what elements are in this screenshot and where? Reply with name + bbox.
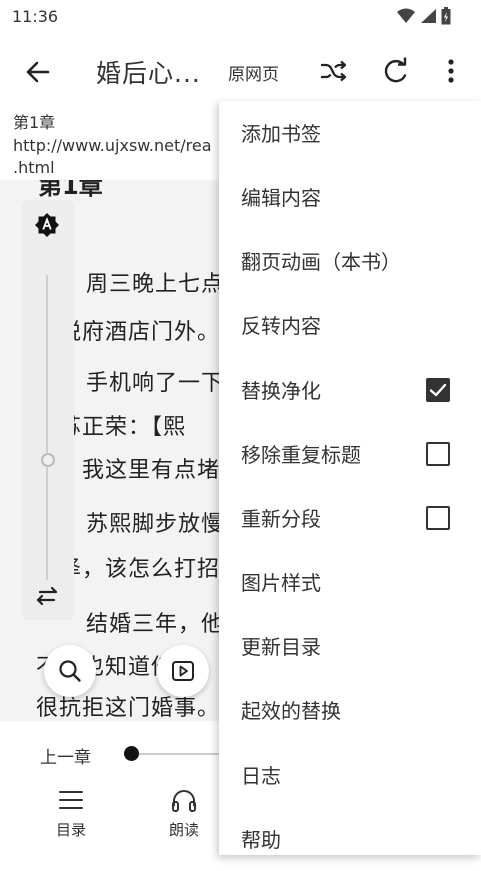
menu-item-image-style[interactable]: 图片样式: [219, 550, 481, 614]
menu-item-label: 替换净化: [241, 379, 321, 403]
menu-item-help[interactable]: 帮助: [219, 807, 481, 871]
menu-item-label: 日志: [241, 764, 281, 788]
menu-item-update-toc[interactable]: 更新目录: [219, 614, 481, 678]
menu-item-label: 帮助: [241, 828, 281, 852]
auto-brightness-icon[interactable]: [34, 212, 60, 238]
menu-item-label: 起效的替换: [241, 699, 341, 723]
chapter-progress-thumb[interactable]: [124, 746, 139, 761]
more-vert-icon[interactable]: [436, 56, 466, 86]
check-icon: [429, 383, 447, 397]
search-icon: [59, 660, 81, 682]
battery-icon: [441, 7, 451, 25]
play-box-icon: [172, 661, 194, 681]
app-bar: 婚后心... 原网页: [0, 36, 481, 106]
chapter-url: http://www.ujxsw.net/rea: [13, 136, 212, 155]
menu-item-label: 编辑内容: [241, 186, 321, 210]
menu-item-replace-purify[interactable]: 替换净化: [219, 358, 481, 422]
signal-icon: [421, 9, 436, 23]
auto-page-button[interactable]: [157, 645, 209, 697]
menu-item-page-animation[interactable]: 翻页动画（本书）: [219, 229, 481, 293]
menu-item-add-bookmark[interactable]: 添加书签: [219, 101, 481, 165]
text-line: 手机响了一下: [86, 371, 225, 396]
shuffle-icon[interactable]: [318, 56, 348, 86]
nav-catalog[interactable]: 目录: [41, 787, 101, 840]
chapter-progress-track[interactable]: [130, 753, 220, 755]
re-segment-checkbox[interactable]: [426, 506, 450, 530]
replace-purify-checkbox[interactable]: [426, 378, 450, 402]
overflow-menu: 添加书签 编辑内容 翻页动画（本书） 反转内容 替换净化 移除重复标题 重新分段…: [219, 101, 481, 855]
menu-item-edit-content[interactable]: 编辑内容: [219, 165, 481, 229]
status-time: 11:36: [12, 7, 59, 26]
text-line: 结婚三年，他: [86, 612, 225, 637]
brightness-thumb[interactable]: [41, 453, 55, 467]
text-line: 周三晚上七点: [86, 272, 225, 297]
menu-item-log[interactable]: 日志: [219, 743, 481, 807]
search-button[interactable]: [44, 645, 96, 697]
menu-item-label: 图片样式: [241, 571, 321, 595]
menu-item-re-segment[interactable]: 重新分段: [219, 486, 481, 550]
menu-item-remove-duplicate-title[interactable]: 移除重复标题: [219, 422, 481, 486]
original-page-button[interactable]: 原网页: [228, 60, 279, 85]
brightness-panel: [22, 200, 74, 620]
headphones-icon: [172, 790, 196, 812]
nav-catalog-label: 目录: [55, 821, 86, 839]
status-icons: [397, 7, 451, 25]
menu-item-reverse-content[interactable]: 反转内容: [219, 293, 481, 357]
book-title[interactable]: 婚后心...: [96, 54, 201, 90]
menu-item-label: 重新分段: [241, 507, 321, 531]
remove-duplicate-title-checkbox[interactable]: [426, 442, 450, 466]
prev-chapter-button[interactable]: 上一章: [40, 743, 91, 768]
menu-item-label: 反转内容: [241, 314, 321, 338]
status-bar: 11:36: [0, 0, 481, 36]
text-line: 苏熙脚步放慢: [86, 512, 225, 537]
swap-horiz-icon[interactable]: [34, 584, 60, 608]
wifi-icon: [397, 8, 415, 23]
nav-read-aloud-label: 朗读: [168, 821, 199, 839]
brightness-track[interactable]: [46, 275, 48, 580]
menu-icon: [59, 791, 83, 809]
back-arrow-icon[interactable]: [22, 56, 54, 88]
chapter-url-tail: .html: [13, 158, 55, 177]
chapter-name: 第1章: [13, 113, 56, 132]
nav-read-aloud[interactable]: 朗读: [154, 787, 214, 840]
menu-item-label: 添加书签: [241, 122, 321, 146]
menu-item-label: 翻页动画（本书）: [241, 250, 401, 274]
menu-item-label: 更新目录: [241, 635, 321, 659]
menu-item-effective-replacements[interactable]: 起效的替换: [219, 678, 481, 742]
chapter-heading: 第1章: [38, 180, 103, 200]
refresh-icon[interactable]: [381, 56, 411, 86]
menu-item-label: 移除重复标题: [241, 443, 361, 467]
